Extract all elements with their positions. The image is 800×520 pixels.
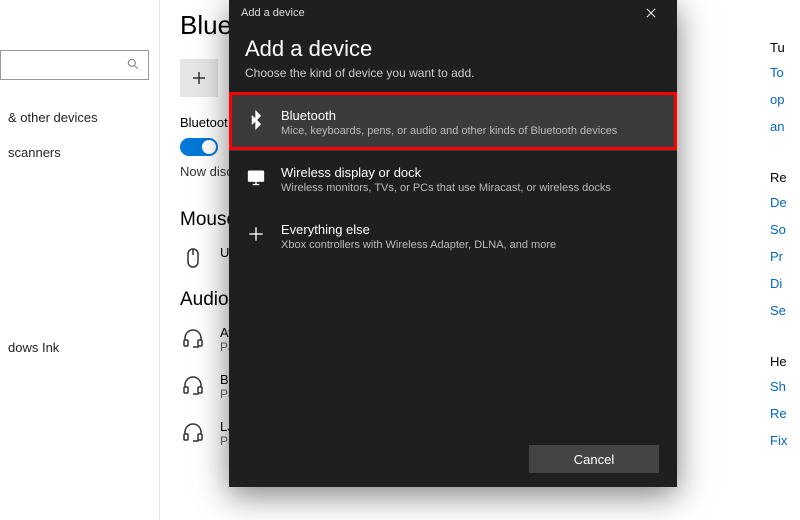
cancel-button[interactable]: Cancel: [529, 445, 659, 473]
monitor-icon: [245, 167, 267, 187]
plus-icon: [180, 59, 218, 97]
headset-icon: [180, 372, 206, 398]
search-box[interactable]: [0, 50, 149, 80]
related-link[interactable]: Re: [770, 406, 800, 421]
headset-icon: [180, 325, 206, 351]
option-title: Everything else: [281, 222, 556, 237]
related-heading: Tu: [770, 40, 800, 55]
option-everything-else[interactable]: Everything else Xbox controllers with Wi…: [229, 208, 677, 265]
related-link[interactable]: To: [770, 65, 800, 80]
headset-icon: [180, 419, 206, 445]
related-link[interactable]: Di: [770, 276, 800, 291]
related-link[interactable]: Fix: [770, 433, 800, 448]
sidebar-item-windows-ink[interactable]: dows Ink: [0, 330, 159, 365]
related-link[interactable]: De: [770, 195, 800, 210]
option-desc: Wireless monitors, TVs, or PCs that use …: [281, 182, 611, 194]
settings-sidebar: & other devices scanners dows Ink: [0, 0, 160, 520]
bluetooth-toggle[interactable]: [180, 138, 218, 156]
related-link[interactable]: Sh: [770, 379, 800, 394]
plus-icon: [245, 224, 267, 244]
option-bluetooth[interactable]: Bluetooth Mice, keyboards, pens, or audi…: [229, 94, 677, 151]
sidebar-item-printers-scanners[interactable]: scanners: [0, 135, 159, 170]
close-button[interactable]: [631, 0, 671, 26]
option-title: Bluetooth: [281, 108, 617, 123]
sidebar-item-bluetooth-devices[interactable]: & other devices: [0, 100, 159, 135]
modal-heading: Add a device: [229, 26, 677, 66]
related-link[interactable]: So: [770, 222, 800, 237]
related-links-panel: Tu To op an Re De So Pr Di Se He Sh Re F…: [770, 40, 800, 460]
related-heading: He: [770, 354, 800, 369]
related-heading: Re: [770, 170, 800, 185]
option-title: Wireless display or dock: [281, 165, 611, 180]
modal-titlebar: Add a device: [229, 0, 677, 26]
option-wireless-display[interactable]: Wireless display or dock Wireless monito…: [229, 151, 677, 208]
option-desc: Xbox controllers with Wireless Adapter, …: [281, 239, 556, 251]
modal-subheading: Choose the kind of device you want to ad…: [229, 66, 677, 94]
option-desc: Mice, keyboards, pens, or audio and othe…: [281, 125, 617, 137]
related-link[interactable]: Pr: [770, 249, 800, 264]
related-link[interactable]: an: [770, 119, 800, 134]
related-link[interactable]: op: [770, 92, 800, 107]
bluetooth-icon: [245, 110, 267, 130]
mouse-icon: [180, 245, 206, 271]
add-device-modal: Add a device Add a device Choose the kin…: [229, 0, 677, 487]
search-icon: [126, 57, 140, 74]
modal-window-title: Add a device: [241, 7, 305, 19]
related-link[interactable]: Se: [770, 303, 800, 318]
